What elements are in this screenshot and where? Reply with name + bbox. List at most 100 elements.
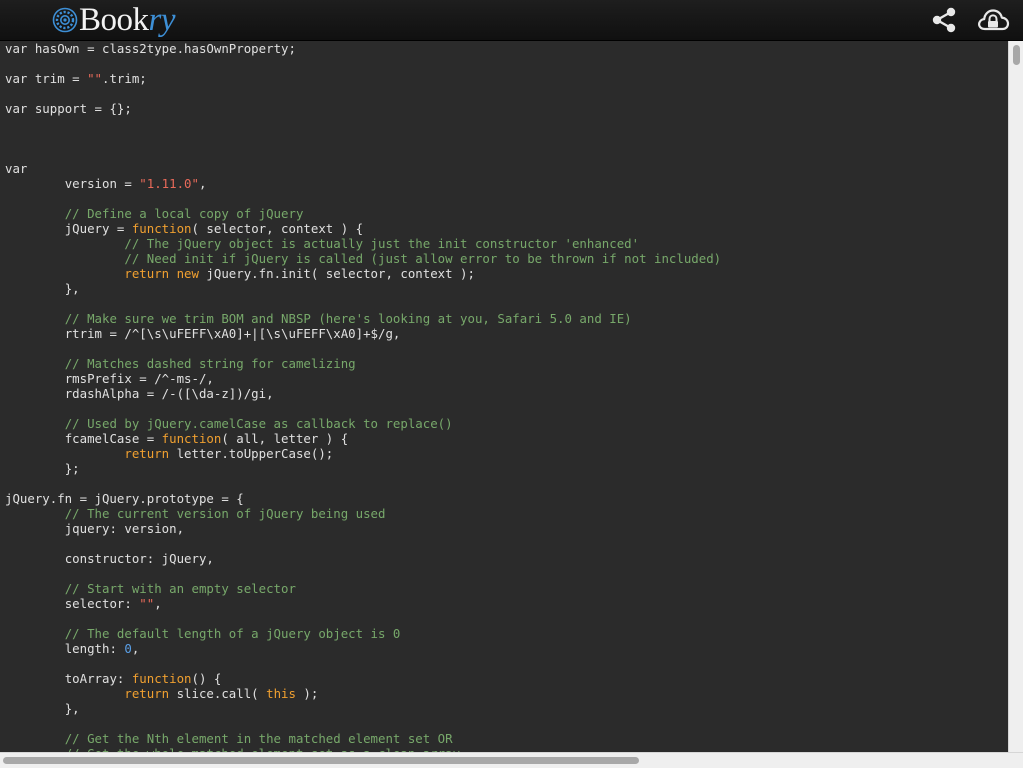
code-token: // Used by jQuery.camelCase as callback … (5, 416, 453, 431)
code-line: fcamelCase = function( all, letter ) { (5, 431, 721, 446)
code-token: }, (5, 281, 80, 296)
code-token: }; (5, 461, 80, 476)
code-line: }, (5, 701, 721, 716)
vertical-scrollbar-thumb[interactable] (1013, 45, 1020, 65)
code-token: jQuery.fn = jQuery.prototype = { (5, 491, 244, 506)
code-token: 0 (124, 641, 132, 656)
vertical-scrollbar[interactable] (1008, 41, 1023, 752)
code-line: // The jQuery object is actually just th… (5, 236, 721, 251)
code-token: slice.call( (169, 686, 267, 701)
code-line: constructor: jQuery, (5, 551, 721, 566)
top-bar: Bookry (0, 0, 1023, 41)
code-line: toArray: function() { (5, 671, 721, 686)
code-line: // Make sure we trim BOM and NBSP (here'… (5, 311, 721, 326)
code-token: ( all, letter ) { (221, 431, 349, 446)
code-line: rdashAlpha = /-([\da-z])/gi, (5, 386, 721, 401)
code-line: // Start with an empty selector (5, 581, 721, 596)
code-token: return new (5, 266, 199, 281)
code-token: "1.11.0" (139, 176, 199, 191)
code-token: ( selector, context ) { (191, 221, 364, 236)
code-token: // Start with an empty selector (5, 581, 296, 596)
code-token: function (161, 431, 222, 446)
code-token: rdashAlpha = /-([\da-z])/gi, (5, 386, 274, 401)
code-token: "" (139, 596, 155, 611)
code-token: , (154, 596, 162, 611)
code-token: var (5, 71, 28, 86)
code-line: length: 0, (5, 641, 721, 656)
code-token: return (5, 446, 170, 461)
code-line: jquery: version, (5, 521, 721, 536)
code-line: return new jQuery.fn.init( selector, con… (5, 266, 721, 281)
code-line: jQuery.fn = jQuery.prototype = { (5, 491, 721, 506)
code-token: fcamelCase = (5, 431, 162, 446)
code-token: // Make sure we trim BOM and NBSP (here'… (5, 311, 632, 326)
code-token: this (266, 686, 296, 701)
code-line: // Get the Nth element in the matched el… (5, 731, 721, 746)
code-token: // Get the Nth element in the matched el… (5, 731, 453, 746)
logo-text-accent: ry (148, 2, 176, 38)
code-token: function (131, 671, 192, 686)
code-token: toArray: (5, 671, 132, 686)
code-token: }, (5, 701, 80, 716)
code-line: // Matches dashed string for camelizing (5, 356, 721, 371)
code-line: return letter.toUpperCase(); (5, 446, 721, 461)
code-token: version = (5, 176, 140, 191)
bookry-logo[interactable]: Bookry (52, 0, 176, 40)
code-line: version = "1.11.0", (5, 176, 721, 191)
code-line: var (5, 161, 721, 176)
code-token: // Define a local copy of jQuery (5, 206, 304, 221)
logo-text-main: Book (79, 2, 149, 38)
code-line: rtrim = /^[\s\uFEFF\xA0]+|[\s\uFEFF\xA0]… (5, 326, 721, 341)
code-token: // The default length of a jQuery object… (5, 626, 401, 641)
cloud-upload-icon[interactable] (976, 5, 1010, 35)
code-line: // The current version of jQuery being u… (5, 506, 721, 521)
code-token: // The jQuery object is actually just th… (5, 236, 640, 251)
code-token: jQuery.fn.init( selector, context ); (198, 266, 475, 281)
code-token: jQuery = (5, 221, 132, 236)
code-line: // Define a local copy of jQuery (5, 206, 721, 221)
code-token: jquery: version, (5, 521, 185, 536)
horizontal-scrollbar[interactable] (0, 752, 1023, 768)
code-line: jQuery = function( selector, context ) { (5, 221, 721, 236)
code-line: selector: "", (5, 596, 721, 611)
code-editor[interactable]: var hasOwn = class2type.hasOwnProperty; v… (0, 41, 1008, 752)
code-token: function (131, 221, 192, 236)
code-line: var hasOwn = class2type.hasOwnProperty; (5, 41, 721, 56)
code-token: hasOwn = class2type.hasOwnProperty; (27, 41, 296, 56)
share-icon[interactable] (929, 5, 959, 35)
code-token: support = {}; (27, 101, 132, 116)
code-token: selector: (5, 596, 140, 611)
code-line: // Used by jQuery.camelCase as callback … (5, 416, 721, 431)
code-token: "" (87, 71, 102, 86)
horizontal-scrollbar-thumb[interactable] (3, 757, 639, 764)
code-token: ); (295, 686, 319, 701)
code-token: rmsPrefix = /^-ms-/, (5, 371, 214, 386)
logo-text: Bookry (79, 0, 176, 40)
code-token: var (5, 41, 28, 56)
code-token: , (198, 176, 207, 191)
code-line: }; (5, 461, 721, 476)
code-token: trim = (27, 71, 88, 86)
code-line: rmsPrefix = /^-ms-/, (5, 371, 721, 386)
code-token: // Matches dashed string for camelizing (5, 356, 356, 371)
gear-logo-icon (52, 7, 78, 33)
code-token: .trim; (102, 71, 147, 86)
code-token: rtrim = /^[\s\uFEFF\xA0]+|[\s\uFEFF\xA0]… (5, 326, 401, 341)
code-line: var trim = "".trim; (5, 71, 721, 86)
code-line: // Need init if jQuery is called (just a… (5, 251, 721, 266)
code-line: var support = {}; (5, 101, 721, 116)
code-line: // The default length of a jQuery object… (5, 626, 721, 641)
code-token: var (5, 161, 28, 176)
code-token: // The current version of jQuery being u… (5, 506, 386, 521)
code-token: return (5, 686, 170, 701)
code-content: var hasOwn = class2type.hasOwnProperty; v… (5, 41, 721, 752)
